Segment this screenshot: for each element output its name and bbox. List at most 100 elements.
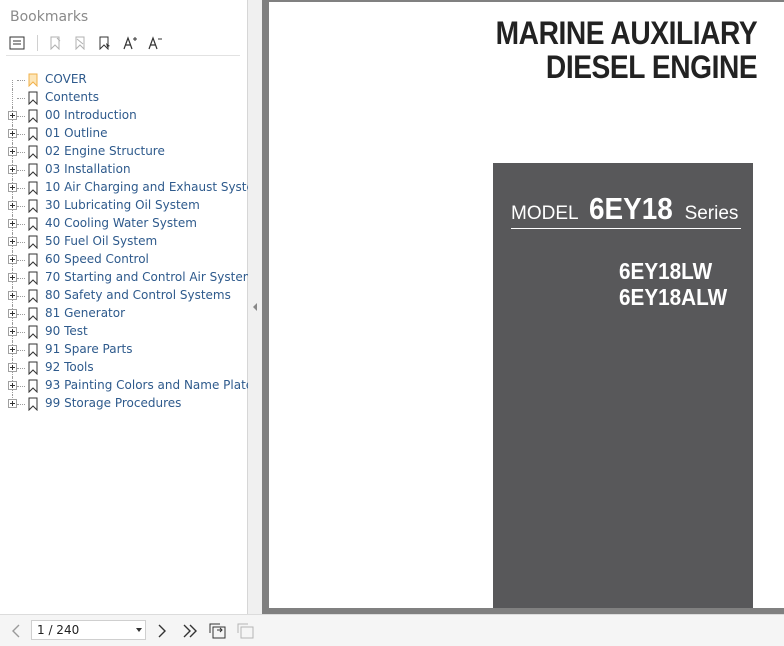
options-menu-icon[interactable] (6, 32, 28, 54)
model-number: 6EY18 (589, 191, 673, 226)
bookmarks-toolbar (6, 30, 240, 56)
bookmark-item[interactable]: 81 Generator (0, 305, 248, 323)
bookmark-item[interactable]: 03 Installation (0, 161, 248, 179)
model-word: MODEL (511, 203, 579, 224)
tree-connector (17, 350, 25, 351)
page-navigation-bar: 1 / 240 (0, 614, 784, 646)
bookmark-item[interactable]: 50 Fuel Oil System (0, 233, 248, 251)
bookmark-icon (28, 199, 38, 213)
bookmarks-panel-title: Bookmarks (10, 9, 89, 25)
expand-icon[interactable] (8, 219, 17, 228)
chevron-down-icon[interactable] (136, 628, 142, 632)
bookmark-icon (28, 163, 38, 177)
expand-icon[interactable] (8, 345, 17, 354)
variant-2: 6EY18ALW (618, 284, 727, 310)
increase-font-icon[interactable] (119, 32, 141, 54)
bookmark-item[interactable]: 10 Air Charging and Exhaust System (0, 179, 266, 197)
tree-connector (12, 89, 13, 107)
expand-icon[interactable] (8, 273, 17, 282)
bookmark-item[interactable]: 80 Safety and Control Systems (0, 287, 248, 305)
expand-icon[interactable] (8, 381, 17, 390)
next-page-icon[interactable] (152, 621, 172, 641)
bookmark-item[interactable]: 30 Lubricating Oil System (0, 197, 248, 215)
bookmark-item[interactable]: 93 Painting Colors and Name Plates (0, 377, 259, 395)
bookmark-item[interactable]: 60 Speed Control (0, 251, 248, 269)
bookmark-item[interactable]: 91 Spare Parts (0, 341, 248, 359)
bookmark-item[interactable]: 00 Introduction (0, 107, 248, 125)
model-series: Series (684, 203, 739, 224)
expand-icon[interactable] (8, 291, 17, 300)
expand-icon[interactable] (8, 255, 17, 264)
tree-connector (17, 224, 25, 225)
bookmark-label: Contents (45, 90, 99, 104)
go-to-bookmark-icon[interactable] (94, 32, 116, 54)
tree-connector (17, 260, 25, 261)
tree-connector (17, 170, 25, 171)
bookmark-item[interactable]: 02 Engine Structure (0, 143, 248, 161)
bookmarks-tree: COVER Contents 00 Introduction 01 Outline 02… (0, 71, 266, 413)
go-to-view-icon[interactable] (208, 621, 228, 641)
remove-bookmark-icon[interactable] (69, 32, 91, 54)
bookmark-icon (28, 325, 38, 339)
bookmark-label: 30 Lubricating Oil System (45, 198, 200, 212)
expand-icon[interactable] (8, 309, 17, 318)
decrease-font-icon[interactable] (144, 32, 166, 54)
tree-connector (17, 386, 25, 387)
bookmark-item[interactable]: 01 Outline (0, 125, 248, 143)
expand-icon[interactable] (8, 327, 17, 336)
bookmark-item[interactable]: 99 Storage Procedures (0, 395, 248, 413)
bookmark-item[interactable]: COVER (0, 71, 248, 89)
bookmark-item[interactable]: 92 Tools (0, 359, 248, 377)
add-bookmark-icon[interactable] (44, 32, 66, 54)
tree-connector (17, 152, 25, 153)
bookmark-icon (28, 271, 38, 285)
tree-connector (17, 404, 25, 405)
bookmark-item[interactable]: Contents (0, 89, 248, 107)
expand-icon[interactable] (8, 201, 17, 210)
tree-connector (17, 332, 25, 333)
tree-connector (17, 98, 25, 99)
bookmark-label: 91 Spare Parts (45, 342, 133, 356)
bookmark-icon (28, 145, 38, 159)
bookmark-item[interactable]: 90 Test (0, 323, 248, 341)
expand-icon[interactable] (8, 399, 17, 408)
tree-connector (12, 80, 13, 89)
previous-page-icon[interactable] (6, 621, 26, 641)
collapse-panel-icon[interactable] (253, 303, 257, 311)
bookmark-label: 40 Cooling Water System (45, 216, 197, 230)
cover-panel: MODEL 6EY18 Series 6EY18LW 6EY18ALW (493, 163, 753, 608)
panel-splitter[interactable] (248, 0, 262, 614)
expand-icon[interactable] (8, 183, 17, 192)
bookmark-icon (28, 253, 38, 267)
bookmark-label: 00 Introduction (45, 108, 137, 122)
tree-connector (17, 134, 25, 135)
tree-connector (17, 314, 25, 315)
document-title: MARINE AUXILIARY DIESEL ENGINE (495, 16, 757, 84)
bookmark-item[interactable]: 40 Cooling Water System (0, 215, 248, 233)
bookmark-label: 03 Installation (45, 162, 131, 176)
bookmark-icon (28, 397, 38, 411)
bookmark-label: 80 Safety and Control Systems (45, 288, 231, 302)
pdf-viewer-app: Bookmarks COVER Contents 00 Introduction 01 (0, 0, 784, 646)
bookmark-icon (28, 217, 38, 231)
pdf-page: MARINE AUXILIARY DIESEL ENGINE MODEL 6EY… (269, 2, 784, 608)
last-page-icon[interactable] (180, 621, 200, 641)
bookmark-label: COVER (45, 72, 87, 86)
model-heading: MODEL 6EY18 Series (511, 191, 738, 227)
bookmark-label: 50 Fuel Oil System (45, 234, 158, 248)
bookmark-item[interactable]: 70 Starting and Control Air System (0, 269, 254, 287)
expand-icon[interactable] (8, 363, 17, 372)
expand-icon[interactable] (8, 165, 17, 174)
expand-icon[interactable] (8, 111, 17, 120)
document-title-line-1: MARINE AUXILIARY (495, 15, 757, 51)
page-number-select[interactable]: 1 / 240 (31, 620, 146, 640)
expand-icon[interactable] (8, 129, 17, 138)
tree-connector (17, 206, 25, 207)
bookmarks-panel: Bookmarks COVER Contents 00 Introduction 01 (0, 0, 266, 614)
tree-connector (17, 296, 25, 297)
variant-1: 6EY18LW (618, 258, 713, 284)
expand-icon[interactable] (8, 147, 17, 156)
toolbar-divider (37, 34, 38, 51)
expand-icon[interactable] (8, 237, 17, 246)
return-view-icon[interactable] (236, 621, 256, 641)
